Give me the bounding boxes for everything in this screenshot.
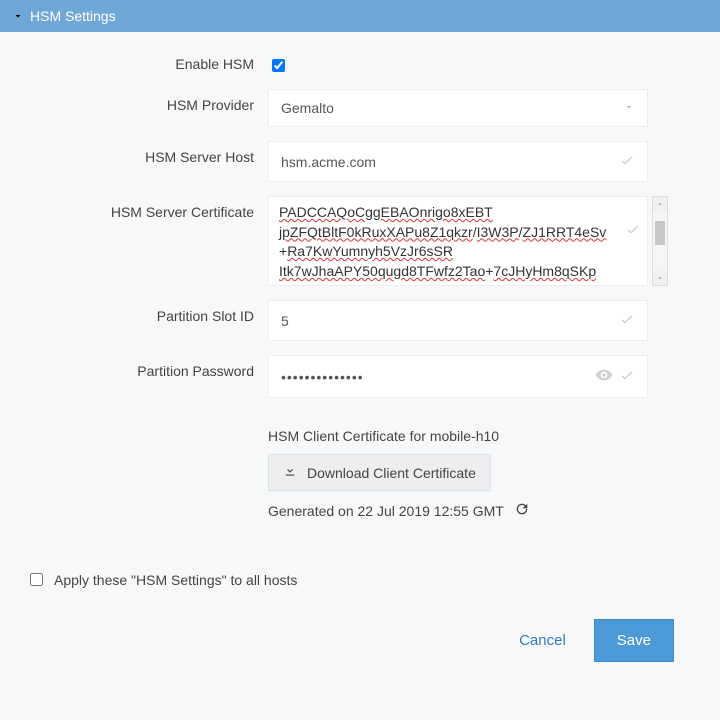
panel-title: HSM Settings <box>30 8 116 24</box>
partition-password-input[interactable]: •••••••••••••• <box>268 355 648 398</box>
check-icon <box>625 221 641 243</box>
check-icon <box>619 367 635 386</box>
cert-line: 7cJHyHm8qSKp <box>493 263 596 279</box>
hsm-settings-panel: HSM Settings Enable HSM HSM Provider Gem… <box>0 0 720 672</box>
row-hsm-server-cert: HSM Server Certificate PADCCAQoCggEBAOnr… <box>18 196 702 286</box>
label-hsm-provider: HSM Provider <box>18 89 268 113</box>
cert-line: I3W3P <box>477 224 519 240</box>
eye-icon[interactable] <box>595 366 619 387</box>
label-enable-hsm: Enable HSM <box>18 56 268 72</box>
client-cert-block: HSM Client Certificate for mobile-h10 Do… <box>268 428 702 520</box>
row-hsm-server-host: HSM Server Host hsm.acme.com <box>18 141 702 182</box>
download-client-cert-label: Download Client Certificate <box>307 465 476 481</box>
row-hsm-provider: HSM Provider Gemalto <box>18 89 702 127</box>
partition-password-value: •••••••••••••• <box>281 369 595 385</box>
hsm-server-cert-textarea[interactable]: PADCCAQoCggEBAOnrigo8xEBT jpZFQtBltF0kRu… <box>268 196 648 286</box>
label-hsm-server-host: HSM Server Host <box>18 141 268 165</box>
download-client-cert-button[interactable]: Download Client Certificate <box>268 454 491 491</box>
cert-scrollbar[interactable] <box>652 196 668 286</box>
apply-all-checkbox[interactable] <box>30 573 43 586</box>
check-icon <box>619 152 635 171</box>
label-hsm-server-cert: HSM Server Certificate <box>18 196 268 220</box>
panel-header[interactable]: HSM Settings <box>0 0 720 32</box>
row-enable-hsm: Enable HSM <box>18 56 702 75</box>
enable-hsm-checkbox[interactable] <box>272 59 285 72</box>
partition-slot-id-input[interactable]: 5 <box>268 300 648 341</box>
apply-all-row: Apply these "HSM Settings" to all hosts <box>26 570 702 589</box>
cert-line: ZJ1RRT4eSv <box>523 224 607 240</box>
chevron-down-icon <box>12 10 24 22</box>
hsm-provider-select[interactable]: Gemalto <box>268 89 648 127</box>
cert-line: sA/LQ7tnD1FgHM76m7oM+0r4 <box>279 282 476 286</box>
label-partition-password: Partition Password <box>18 355 268 379</box>
apply-all-label: Apply these "HSM Settings" to all hosts <box>54 572 297 588</box>
row-partition-password: Partition Password •••••••••••••• <box>18 355 702 398</box>
caret-down-icon <box>623 100 635 116</box>
cert-line: Itk7wJhaAPY50qugd8TFwfz2Tao <box>279 263 485 279</box>
cancel-button[interactable]: Cancel <box>519 632 566 649</box>
cert-line: PADCCAQoCggEBAOnrigo8xEBT <box>279 204 493 220</box>
check-icon <box>619 311 635 330</box>
client-cert-title: HSM Client Certificate for mobile-h10 <box>268 428 702 444</box>
scroll-down-icon[interactable] <box>653 271 667 285</box>
hsm-provider-value: Gemalto <box>281 100 334 116</box>
hsm-server-host-value: hsm.acme.com <box>281 154 619 170</box>
cert-line: jpZFQtBltF0kRuxXAPu8Z1qkzr <box>279 224 473 240</box>
row-partition-slot-id: Partition Slot ID 5 <box>18 300 702 341</box>
generated-text: Generated on 22 Jul 2019 12:55 GMT <box>268 503 504 519</box>
cert-line: Ra7KwYumnyh5VzJr6sSR <box>287 243 453 259</box>
footer: Cancel Save <box>18 589 702 662</box>
scroll-thumb[interactable] <box>655 221 665 245</box>
label-partition-slot-id: Partition Slot ID <box>18 300 268 324</box>
hsm-server-host-input[interactable]: hsm.acme.com <box>268 141 648 182</box>
refresh-icon[interactable] <box>514 501 530 520</box>
partition-slot-id-value: 5 <box>281 313 619 329</box>
scroll-track[interactable] <box>653 211 667 271</box>
download-icon <box>283 464 297 481</box>
scroll-up-icon[interactable] <box>653 197 667 211</box>
save-button[interactable]: Save <box>594 619 674 662</box>
